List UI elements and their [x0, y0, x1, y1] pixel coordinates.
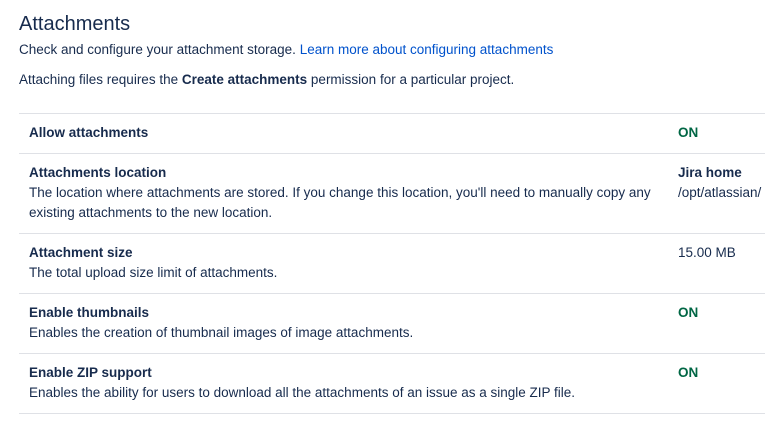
- location-path: /opt/atlassian/: [678, 185, 762, 200]
- setting-description: The total upload size limit of attachmen…: [29, 265, 278, 280]
- page-title: Attachments: [19, 13, 131, 35]
- setting-value: Jira home /opt/atlassian/: [678, 163, 761, 203]
- status-on-badge: ON: [678, 125, 699, 140]
- setting-row-enable-thumbnails: Enable thumbnails Enables the creation o…: [19, 294, 765, 354]
- permission-post: permission for a particular project.: [310, 72, 515, 87]
- setting-description: The location where attachments are store…: [29, 185, 651, 220]
- settings-table: Allow attachments ON Attachments locatio…: [19, 113, 765, 414]
- attachments-page: Attachments Check and configure your att…: [19, 12, 765, 414]
- size-limit-value: 15.00 MB: [678, 245, 736, 260]
- setting-value: ON: [678, 303, 698, 323]
- setting-value: ON: [678, 123, 698, 143]
- learn-more-link[interactable]: Learn more about configuring attachments: [300, 42, 554, 57]
- intro-text: Check and configure your attachment stor…: [19, 41, 765, 59]
- setting-description: Enables the ability for users to downloa…: [29, 385, 576, 400]
- setting-name: Allow attachments: [29, 125, 149, 140]
- setting-name: Attachments location: [29, 165, 167, 180]
- setting-row-allow-attachments: Allow attachments ON: [19, 114, 765, 154]
- setting-description: Enables the creation of thumbnail images…: [29, 325, 414, 340]
- location-name: Jira home: [678, 165, 742, 180]
- setting-value: 15.00 MB: [678, 243, 736, 263]
- permission-note: Attaching files requires the Create atta…: [19, 71, 765, 89]
- intro-description: Check and configure your attachment stor…: [19, 42, 296, 57]
- setting-value: ON: [678, 363, 698, 383]
- setting-name: Enable thumbnails: [29, 305, 150, 320]
- status-on-badge: ON: [678, 365, 699, 380]
- permission-pre: Attaching files requires the: [19, 72, 179, 87]
- setting-row-enable-zip-support: Enable ZIP support Enables the ability f…: [19, 354, 765, 414]
- status-on-badge: ON: [678, 305, 699, 320]
- setting-name: Attachment size: [29, 245, 133, 260]
- setting-row-attachments-location: Attachments location The location where …: [19, 154, 765, 234]
- setting-row-attachment-size: Attachment size The total upload size li…: [19, 234, 765, 294]
- permission-name: Create attachments: [181, 72, 308, 87]
- setting-name: Enable ZIP support: [29, 365, 152, 380]
